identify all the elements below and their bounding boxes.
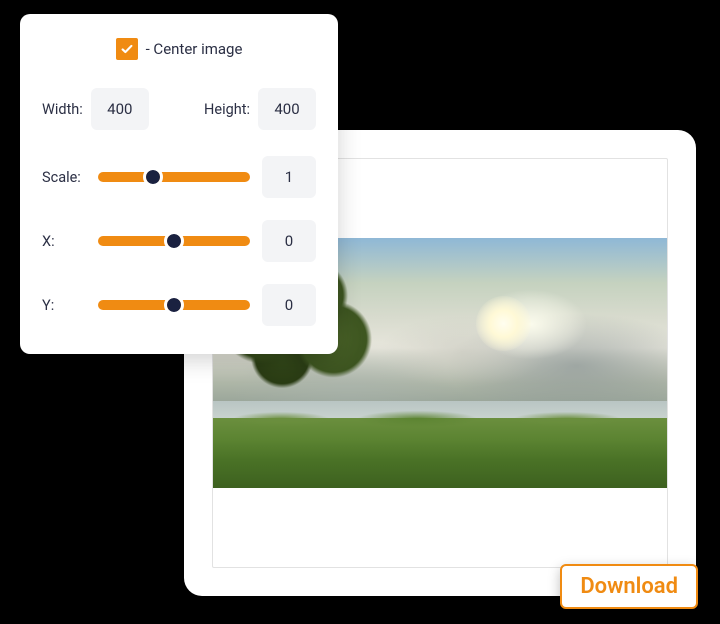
download-button[interactable]: Download	[560, 564, 698, 609]
height-input[interactable]	[258, 88, 316, 130]
scale-slider-thumb[interactable]	[146, 170, 160, 184]
y-slider-thumb[interactable]	[167, 298, 181, 312]
width-input[interactable]	[91, 88, 149, 130]
scale-value: 1	[262, 156, 316, 198]
y-label: Y:	[42, 297, 86, 314]
dimensions-row: Width: Height:	[42, 88, 316, 130]
y-slider[interactable]	[98, 296, 250, 314]
scale-slider[interactable]	[98, 168, 250, 186]
scale-row: Scale: 1	[42, 156, 316, 198]
y-row: Y: 0	[42, 284, 316, 326]
width-label: Width:	[42, 101, 83, 118]
x-value: 0	[262, 220, 316, 262]
y-value: 0	[262, 284, 316, 326]
center-image-checkbox[interactable]	[116, 38, 138, 60]
x-row: X: 0	[42, 220, 316, 262]
x-slider-thumb[interactable]	[167, 234, 181, 248]
height-label: Height:	[204, 101, 250, 118]
controls-panel: - Center image Width: Height: Scale: 1 X…	[20, 14, 338, 354]
x-slider[interactable]	[98, 232, 250, 250]
center-image-row: - Center image	[42, 38, 316, 60]
center-image-label: - Center image	[146, 40, 243, 58]
x-label: X:	[42, 233, 86, 250]
scale-label: Scale:	[42, 169, 86, 186]
check-icon	[120, 42, 134, 56]
